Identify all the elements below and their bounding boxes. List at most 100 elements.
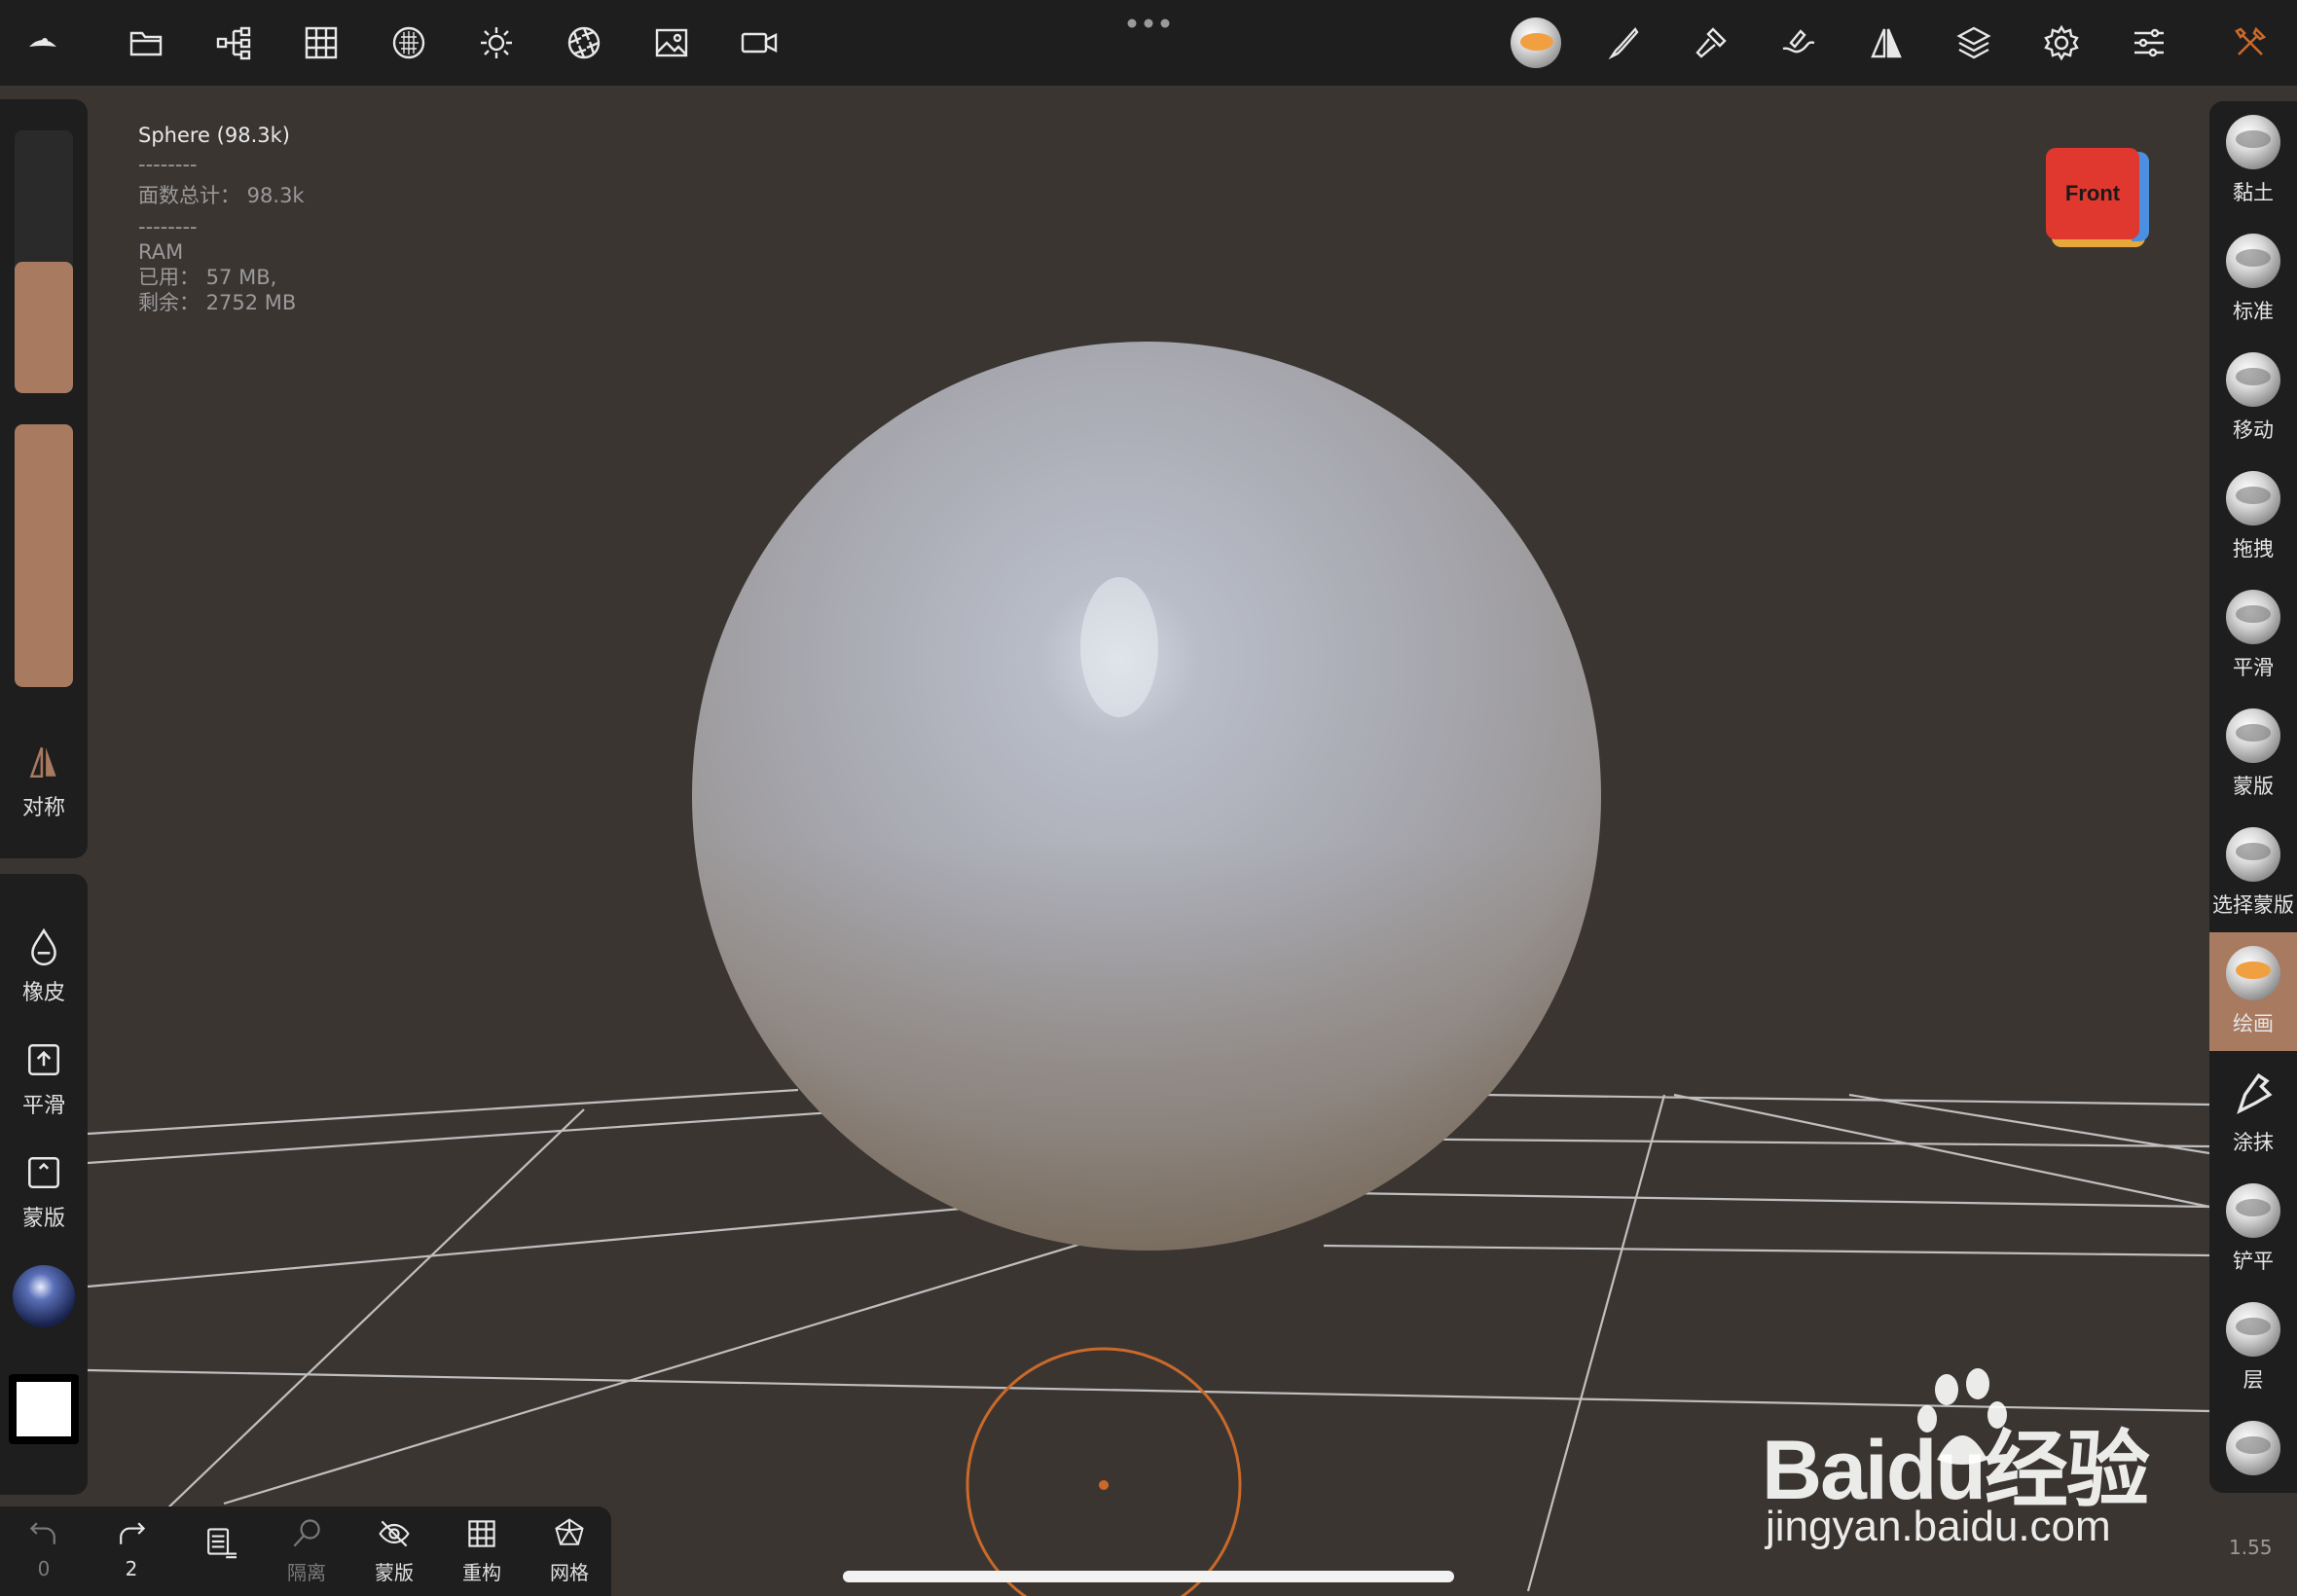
mask-label: 蒙版: [21, 1207, 65, 1231]
remesh-button[interactable]: 重构: [438, 1516, 526, 1585]
tool-clay[interactable]: 黏土: [2209, 101, 2297, 220]
tool-move[interactable]: 移动: [2209, 339, 2297, 457]
search-icon: [293, 1519, 320, 1547]
scene-info: Sphere (98.3k) -------- 面数总计： 98.3k ----…: [138, 123, 305, 315]
tool-label: 涂抹: [2233, 1131, 2274, 1154]
tool-label: 蒙版: [2233, 775, 2274, 798]
smooth-label: 平滑: [21, 1094, 65, 1118]
tool-flatten[interactable]: 铲平: [2209, 1170, 2297, 1288]
tool-label: 绘画: [2233, 1012, 2274, 1035]
more-options-icon[interactable]: [1124, 14, 1173, 33]
info-separator: --------: [138, 215, 198, 238]
smooth-brush-icon: [2226, 590, 2280, 644]
version-label: 1.55: [2229, 1536, 2273, 1559]
folder-icon[interactable]: [117, 14, 175, 72]
mask-button[interactable]: 蒙版: [0, 1152, 88, 1232]
isolate-label: 隔离: [287, 1561, 326, 1584]
remesh-label: 重构: [462, 1561, 501, 1584]
left-panel-actions: 橡皮 平滑 蒙版: [0, 874, 88, 1495]
undo-count: 0: [37, 1557, 51, 1580]
app-logo-icon[interactable]: [14, 14, 72, 72]
radius-slider[interactable]: [15, 130, 73, 393]
tool-smooth[interactable]: 平滑: [2209, 576, 2297, 695]
standard-brush-icon: [2226, 234, 2280, 288]
top-toolbar: [0, 0, 2297, 86]
ram-used: 已用： 57 MB,: [138, 266, 277, 289]
view-cube-label: Front: [2064, 181, 2121, 205]
isolate-button[interactable]: 隔离: [263, 1516, 350, 1585]
light-icon[interactable]: [467, 14, 526, 72]
redo-button[interactable]: 2: [88, 1516, 175, 1580]
smooth-icon: [28, 1044, 59, 1075]
mask-icon: [28, 1157, 59, 1188]
video-icon[interactable]: [730, 14, 788, 72]
redo-icon: [120, 1522, 146, 1544]
smooth-button[interactable]: 平滑: [0, 1039, 88, 1119]
mesh-name: Sphere (98.3k): [138, 124, 290, 147]
info-separator: --------: [138, 153, 198, 176]
tool-label: 拖拽: [2233, 537, 2274, 561]
tool-paint[interactable]: 绘画: [2209, 932, 2297, 1051]
tools-icon[interactable]: [2221, 14, 2279, 72]
tool-label: 选择蒙版: [2212, 893, 2294, 917]
mask-visibility-button[interactable]: 蒙版: [350, 1516, 438, 1585]
intensity-slider[interactable]: [15, 424, 73, 687]
watermark-url: jingyan.baidu.com: [1766, 1503, 2111, 1550]
symmetry-icon[interactable]: [1857, 14, 1915, 72]
smudge-icon: [2237, 1072, 2273, 1114]
symmetry-toggle[interactable]: 对称: [0, 742, 88, 821]
symmetry-label: 对称: [21, 796, 65, 820]
sliders-icon[interactable]: [2120, 14, 2178, 72]
undo-button[interactable]: 0: [0, 1516, 88, 1580]
color-swatch[interactable]: [9, 1374, 79, 1444]
flatten-brush-icon: [2226, 1183, 2280, 1238]
view-cube[interactable]: Front: [2046, 148, 2149, 247]
tool-drag[interactable]: 拖拽: [2209, 457, 2297, 576]
select-mask-brush-icon: [2226, 827, 2280, 882]
symmetry-icon: [29, 746, 56, 778]
matcap-preview[interactable]: [13, 1265, 75, 1327]
eraser-label: 橡皮: [21, 981, 65, 1005]
camera-aperture-icon[interactable]: [555, 14, 613, 72]
left-panel-sliders: 对称: [0, 99, 88, 858]
tool-more[interactable]: [2209, 1407, 2297, 1493]
polyhedron-icon: [555, 1518, 584, 1545]
brush-ball-icon: [2226, 1421, 2280, 1475]
tool-label: 层: [2242, 1368, 2264, 1392]
home-indicator[interactable]: [843, 1571, 1454, 1582]
hammer-icon[interactable]: [1682, 14, 1740, 72]
grid-icon: [468, 1520, 495, 1547]
tool-smudge[interactable]: 涂抹: [2209, 1051, 2297, 1170]
tool-standard[interactable]: 标准: [2209, 220, 2297, 339]
clay-brush-icon: [2226, 115, 2280, 169]
paint-brush-icon[interactable]: [1594, 14, 1653, 72]
mesh-button[interactable]: 网格: [526, 1516, 613, 1585]
tool-layer[interactable]: 层: [2209, 1288, 2297, 1407]
tool-label: 黏土: [2233, 181, 2274, 204]
scene-tree-icon[interactable]: [204, 14, 263, 72]
drop-icon: [31, 927, 56, 966]
layer-brush-icon: [2226, 1302, 2280, 1357]
tool-mask[interactable]: 蒙版: [2209, 695, 2297, 814]
settings-icon[interactable]: [2032, 14, 2091, 72]
tool-label: 标准: [2233, 300, 2274, 323]
tool-label: 移动: [2233, 418, 2274, 442]
image-icon[interactable]: [642, 14, 701, 72]
active-brush-icon[interactable]: [1507, 14, 1565, 72]
ram-free: 剩余： 2752 MB: [138, 291, 297, 314]
faces-total: 面数总计： 98.3k: [138, 184, 305, 207]
paint-brush-ball-icon: [2226, 946, 2280, 1000]
drag-brush-icon: [2226, 471, 2280, 526]
right-tool-panel: 黏土 标准 移动 拖拽 平滑 蒙版 选择蒙版 绘画 涂抹 铲平 层: [2209, 101, 2297, 1493]
layers-icon[interactable]: [1945, 14, 2003, 72]
redo-count: 2: [125, 1557, 138, 1580]
tool-label: 平滑: [2233, 656, 2274, 679]
stroke-icon[interactable]: [1769, 14, 1828, 72]
tool-select-mask[interactable]: 选择蒙版: [2209, 814, 2297, 932]
eye-off-icon: [379, 1520, 410, 1547]
grid-icon[interactable]: [292, 14, 350, 72]
eraser-button[interactable]: 橡皮: [0, 926, 88, 1006]
sphere-mesh[interactable]: [692, 342, 1601, 1251]
matcap-sphere-icon[interactable]: [380, 14, 438, 72]
history-button[interactable]: [175, 1516, 263, 1559]
